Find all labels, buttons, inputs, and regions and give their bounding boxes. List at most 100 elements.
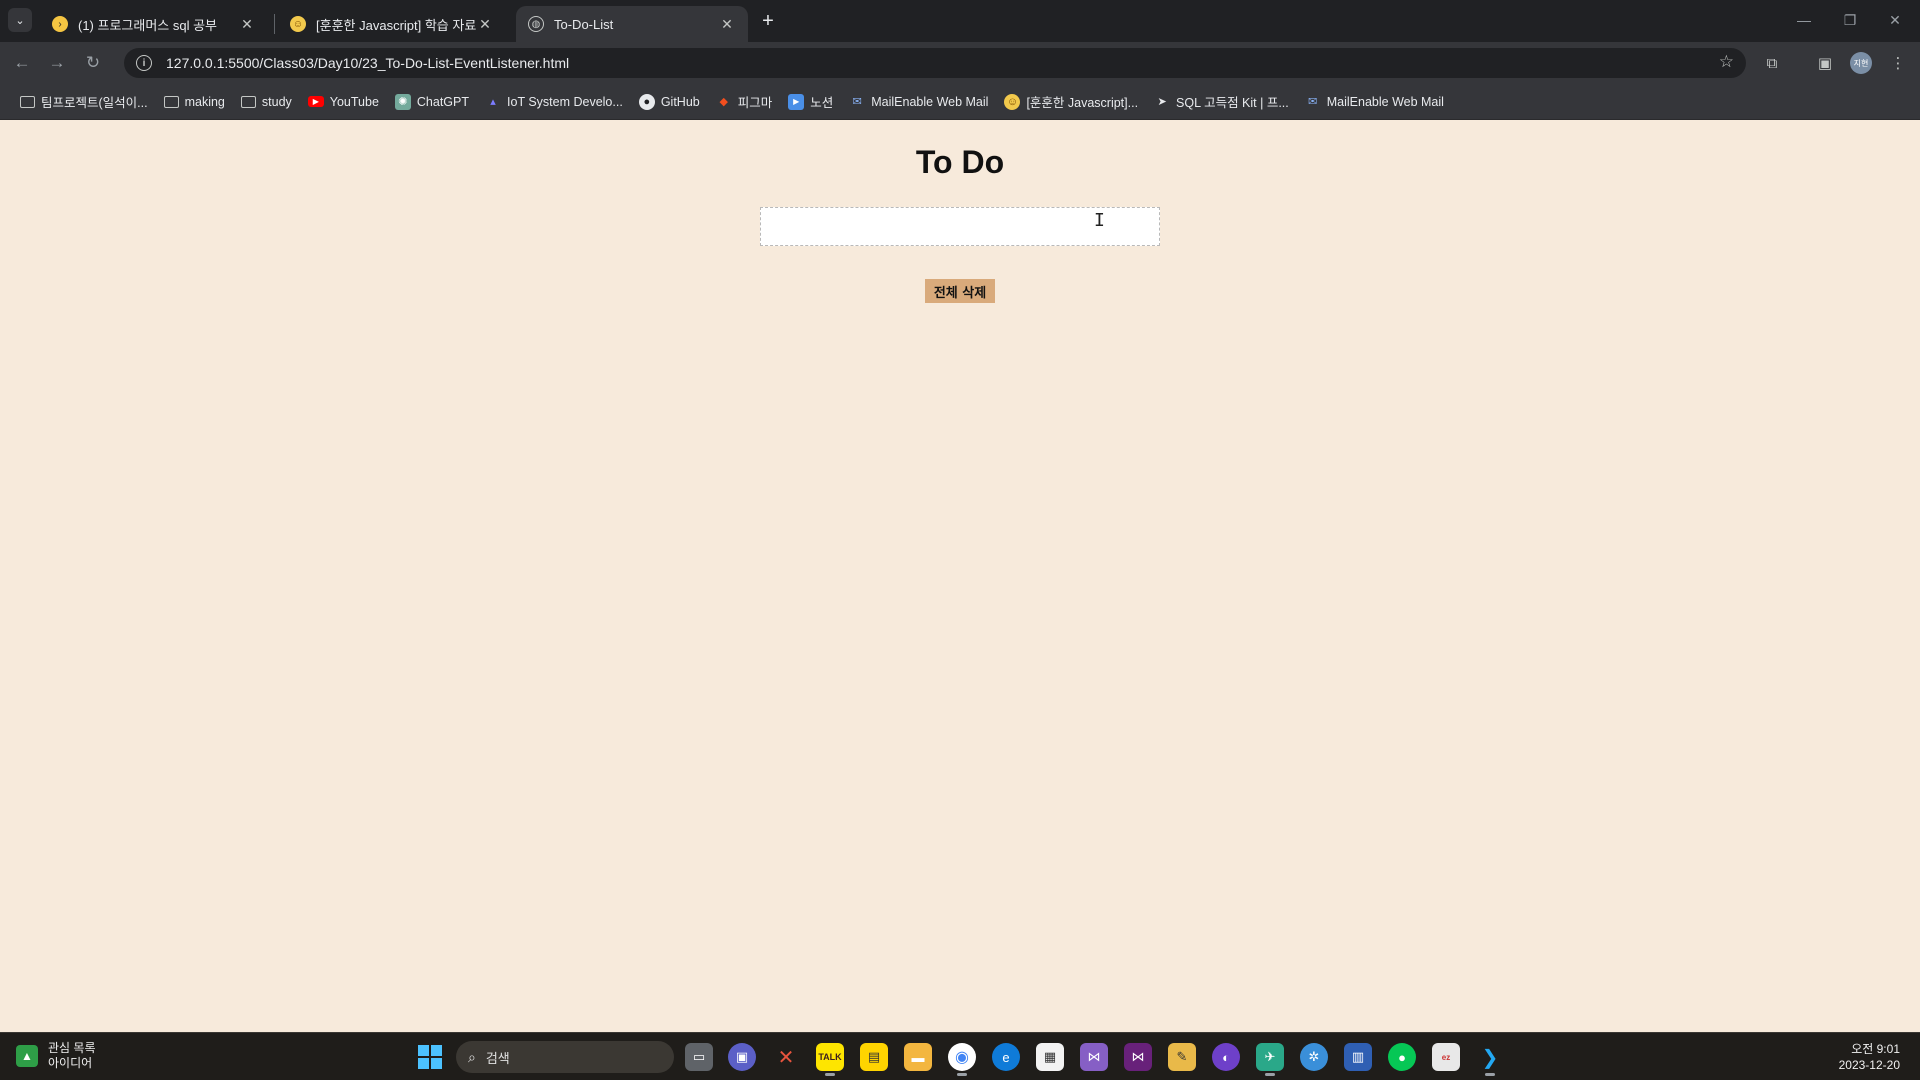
side-panel-button[interactable]: ▣ bbox=[1813, 51, 1837, 75]
bookmark-label: YouTube bbox=[329, 94, 379, 109]
bookmark-item[interactable]: ◆ 피그마 bbox=[708, 88, 781, 116]
smile-icon: ☺ bbox=[290, 16, 306, 32]
browser-toolbar: ← → ↻ i 127.0.0.1:5500/Class03/Day10/23_… bbox=[0, 42, 1920, 84]
edge-icon[interactable]: e bbox=[992, 1043, 1020, 1071]
restore-icon: ❐ bbox=[1843, 11, 1857, 28]
puzzle-icon: ⧉ bbox=[1766, 54, 1778, 72]
minimize-button[interactable]: — bbox=[1789, 8, 1819, 32]
kakaotalk-icon[interactable]: TALK bbox=[816, 1043, 844, 1076]
close-icon[interactable]: ✕ bbox=[718, 15, 736, 33]
page-viewport: To Do I 전체 삭제 bbox=[0, 120, 1920, 1032]
search-icon: ⌕ bbox=[468, 1048, 476, 1065]
bookmark-item[interactable]: ✺ ChatGPT bbox=[387, 88, 477, 116]
bookmark-star-icon[interactable]: ☆ bbox=[1719, 52, 1734, 72]
tab-search-button[interactable]: ⌄ bbox=[8, 8, 32, 32]
tab-title: [훈훈한 Javascript] 학습 자료 bbox=[316, 17, 476, 33]
bookmark-item[interactable]: ☺ [훈훈한 Javascript]... bbox=[996, 88, 1146, 116]
back-button[interactable]: ← bbox=[10, 51, 34, 75]
remote-icon[interactable]: ▥ bbox=[1344, 1043, 1372, 1071]
restore-button[interactable]: ❐ bbox=[1835, 8, 1865, 32]
widget-subtitle: 아이디어 bbox=[48, 1056, 93, 1070]
bookmark-label: SQL 고득점 Kit | 프... bbox=[1176, 96, 1289, 110]
mail-icon: ✉ bbox=[1308, 96, 1318, 108]
programmers-icon: › bbox=[52, 16, 68, 32]
reload-icon: ↻ bbox=[85, 53, 101, 72]
site-info-icon[interactable]: i bbox=[136, 55, 152, 71]
sticky-notes-icon[interactable]: ▤ bbox=[860, 1043, 888, 1071]
bookmark-item[interactable]: ▶ 노션 bbox=[780, 88, 841, 116]
bookmark-item[interactable]: ✉ MailEnable Web Mail bbox=[841, 88, 996, 116]
close-icon[interactable]: ✕ bbox=[476, 15, 494, 33]
vscode-icon[interactable]: ❯ bbox=[1476, 1043, 1504, 1076]
store-icon[interactable]: ▦ bbox=[1036, 1043, 1064, 1071]
minimize-icon: — bbox=[1797, 12, 1811, 28]
new-tab-button[interactable]: + bbox=[756, 9, 780, 33]
start-button[interactable] bbox=[418, 1045, 442, 1069]
forward-button[interactable]: → bbox=[45, 51, 69, 75]
github-desktop-icon[interactable]: ◐ bbox=[1212, 1043, 1240, 1071]
bookmark-item[interactable]: ▶ YouTube bbox=[300, 88, 387, 116]
clock-time: 오전 9:01 bbox=[1851, 1042, 1900, 1056]
clear-all-button[interactable]: 전체 삭제 bbox=[925, 279, 995, 303]
arrow-left-icon: ← bbox=[13, 53, 31, 72]
url-text[interactable]: 127.0.0.1:5500/Class03/Day10/23_To-Do-Li… bbox=[166, 55, 569, 71]
smile-icon: ☺ bbox=[1004, 93, 1021, 110]
bookmark-label: 피그마 bbox=[737, 96, 773, 110]
chevron-down-icon: ⌄ bbox=[15, 14, 25, 27]
folder-icon bbox=[163, 95, 179, 108]
bookmark-item[interactable]: ▴ IoT System Develo... bbox=[477, 88, 631, 116]
tab-divider bbox=[274, 14, 275, 34]
tab-todo-list[interactable]: ◍ To-Do-List ✕ bbox=[516, 6, 748, 42]
clock-date: 2023-12-20 bbox=[1838, 1058, 1900, 1072]
profile-avatar[interactable]: 지현 bbox=[1850, 52, 1872, 74]
x-app-icon[interactable]: ✕ bbox=[772, 1043, 800, 1071]
mail-icon: ✉ bbox=[852, 96, 862, 108]
github-icon: ● bbox=[638, 93, 655, 110]
bookmark-item[interactable]: ✉ MailEnable Web Mail bbox=[1297, 88, 1452, 116]
bookmark-item[interactable]: ➤ SQL 고득점 Kit | 프... bbox=[1146, 88, 1297, 116]
widget-title: 관심 목록 bbox=[48, 1041, 96, 1055]
ezhelp-icon[interactable]: ez bbox=[1432, 1043, 1460, 1071]
tab-javascript[interactable]: ☺ [훈훈한 Javascript] 학습 자료 ✕ bbox=[278, 6, 506, 42]
chatgpt-icon: ✺ bbox=[394, 93, 411, 110]
browser-tab-strip: ⌄ › (1) 프로그래머스 sql 공부 ✕ ☺ [훈훈한 Javascrip… bbox=[0, 0, 1920, 42]
tab-programmers[interactable]: › (1) 프로그래머스 sql 공부 ✕ bbox=[40, 6, 268, 42]
line-icon[interactable]: ● bbox=[1388, 1043, 1416, 1071]
bookmark-label: 팀프로젝트(일석이... bbox=[41, 96, 148, 110]
visual-studio-icon[interactable]: ⋈ bbox=[1080, 1043, 1108, 1071]
iot-icon: ▴ bbox=[490, 96, 496, 108]
address-bar[interactable]: i 127.0.0.1:5500/Class03/Day10/23_To-Do-… bbox=[124, 48, 1746, 78]
globe-icon: ◍ bbox=[528, 16, 544, 32]
bookmark-item[interactable]: 팀프로젝트(일석이... bbox=[12, 88, 156, 116]
plus-icon: + bbox=[762, 9, 774, 32]
network-icon[interactable]: ✲ bbox=[1300, 1043, 1328, 1071]
file-explorer-icon[interactable]: ▬ bbox=[904, 1043, 932, 1071]
windows-taskbar: ▲ 관심 목록 아이디어 ⌕ 검색 ▭ ▣ ✕ TALK ▤ ▬ ◉ e ▦ ⋈… bbox=[0, 1032, 1920, 1080]
page-title: To Do bbox=[915, 144, 1005, 180]
side-panel-icon: ▣ bbox=[1817, 55, 1833, 72]
bookmark-label: GitHub bbox=[660, 94, 700, 109]
reload-button[interactable]: ↻ bbox=[81, 51, 105, 75]
extensions-button[interactable]: ⧉ bbox=[1760, 51, 1784, 75]
bookmark-item[interactable]: study bbox=[233, 88, 300, 116]
widgets-button[interactable]: ▲ 관심 목록 아이디어 bbox=[16, 1041, 96, 1071]
bookmark-item[interactable]: ● GitHub bbox=[631, 88, 708, 116]
menu-button[interactable]: ⋮ bbox=[1886, 51, 1910, 75]
task-view-icon[interactable]: ▭ bbox=[685, 1043, 713, 1071]
bookmark-label: MailEnable Web Mail bbox=[871, 94, 989, 109]
close-window-button[interactable]: ✕ bbox=[1880, 8, 1910, 32]
tab-title: To-Do-List bbox=[554, 16, 614, 32]
chrome-icon[interactable]: ◉ bbox=[948, 1043, 976, 1076]
figma-icon: ◆ bbox=[719, 96, 728, 108]
bird-app-icon[interactable]: ✈ bbox=[1256, 1043, 1284, 1076]
visual-studio-2-icon[interactable]: ⋈ bbox=[1124, 1043, 1152, 1071]
teams-icon[interactable]: ▣ bbox=[728, 1043, 756, 1071]
bookmark-item[interactable]: making bbox=[156, 88, 233, 116]
photoshop-like-icon[interactable]: ✎ bbox=[1168, 1043, 1196, 1071]
folder-icon bbox=[240, 95, 256, 108]
taskbar-search[interactable]: ⌕ 검색 bbox=[456, 1041, 674, 1073]
system-clock[interactable]: 오전 9:01 2023-12-20 bbox=[1839, 1041, 1900, 1073]
youtube-icon: ▶ bbox=[307, 96, 324, 107]
close-icon[interactable]: ✕ bbox=[238, 15, 256, 33]
text-cursor-icon: I bbox=[1094, 210, 1105, 231]
